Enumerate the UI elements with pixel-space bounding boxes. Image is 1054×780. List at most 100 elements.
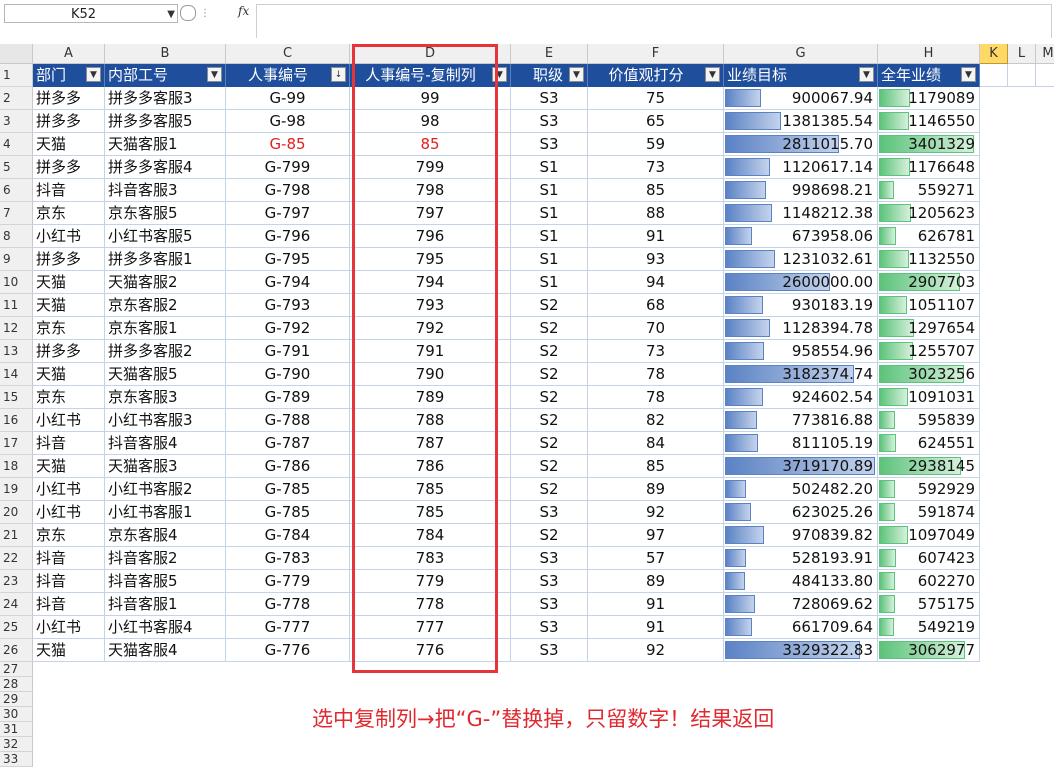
dept-cell[interactable]: 天猫 [33,133,105,156]
column-header-d[interactable]: D [350,44,511,64]
target-cell[interactable]: 2600000.00 [724,271,878,294]
hr-id-copy-cell[interactable]: 791 [350,340,511,363]
column-header-h[interactable]: H [878,44,980,64]
row-header[interactable]: 16 [0,409,33,432]
select-all-corner[interactable] [0,44,33,64]
dept-cell[interactable]: 京东 [33,317,105,340]
level-cell[interactable]: S3 [511,616,588,639]
level-cell[interactable]: S3 [511,110,588,133]
hr-id-copy-cell[interactable]: 796 [350,225,511,248]
dept-cell[interactable]: 拼多多 [33,340,105,363]
level-cell[interactable]: S3 [511,87,588,110]
dept-cell[interactable]: 抖音 [33,547,105,570]
internal-id-cell[interactable]: 拼多多客服3 [105,87,226,110]
internal-id-cell[interactable]: 小红书客服5 [105,225,226,248]
row-header[interactable]: 15 [0,386,33,409]
hr-id-cell[interactable]: G-792 [226,317,350,340]
score-cell[interactable]: 94 [588,271,724,294]
row-header[interactable]: 26 [0,639,33,662]
dept-cell[interactable]: 拼多多 [33,156,105,179]
hr-id-copy-cell[interactable]: 778 [350,593,511,616]
hr-id-cell[interactable]: G-793 [226,294,350,317]
score-cell[interactable]: 91 [588,616,724,639]
row-header[interactable]: 27 [0,662,33,677]
internal-id-cell[interactable]: 天猫客服3 [105,455,226,478]
row-header[interactable]: 14 [0,363,33,386]
dept-cell[interactable]: 京东 [33,524,105,547]
filter-dropdown-icon[interactable]: ▼ [569,67,584,82]
hr-id-cell[interactable]: G-791 [226,340,350,363]
hr-id-copy-cell[interactable]: 787 [350,432,511,455]
dept-cell[interactable]: 抖音 [33,570,105,593]
name-box[interactable]: K52 ▼ [4,4,178,23]
hr-id-cell[interactable]: G-788 [226,409,350,432]
annual-cell[interactable]: 1176648 [878,156,980,179]
row-header[interactable]: 8 [0,225,33,248]
target-cell[interactable]: 773816.88 [724,409,878,432]
target-cell[interactable]: 3719170.89 [724,455,878,478]
annual-cell[interactable]: 575175 [878,593,980,616]
internal-id-cell[interactable]: 京东客服4 [105,524,226,547]
target-cell[interactable]: 502482.20 [724,478,878,501]
score-cell[interactable]: 78 [588,386,724,409]
hr-id-copy-cell[interactable]: 98 [350,110,511,133]
level-cell[interactable]: S3 [511,547,588,570]
row-header[interactable]: 17 [0,432,33,455]
row-header[interactable]: 5 [0,156,33,179]
dept-cell[interactable]: 抖音 [33,593,105,616]
hr-id-cell[interactable]: G-98 [226,110,350,133]
filter-dropdown-icon[interactable]: ▼ [492,67,507,82]
hr-id-copy-cell[interactable]: 799 [350,156,511,179]
annual-cell[interactable]: 592929 [878,478,980,501]
row-header[interactable]: 21 [0,524,33,547]
row-header[interactable]: 28 [0,677,33,692]
annual-cell[interactable]: 1097049 [878,524,980,547]
header-cell-annual[interactable]: 全年业绩 ▼ [878,64,980,87]
target-cell[interactable]: 623025.26 [724,501,878,524]
formula-input[interactable] [256,4,1052,38]
hr-id-cell[interactable]: G-798 [226,179,350,202]
annual-cell[interactable]: 1091031 [878,386,980,409]
annual-cell[interactable]: 595839 [878,409,980,432]
hr-id-copy-cell[interactable]: 785 [350,501,511,524]
hr-id-cell[interactable]: G-778 [226,593,350,616]
filter-dropdown-icon[interactable]: ▼ [705,67,720,82]
dept-cell[interactable]: 小红书 [33,409,105,432]
annual-cell[interactable]: 3023256 [878,363,980,386]
score-cell[interactable]: 75 [588,87,724,110]
target-cell[interactable]: 930183.19 [724,294,878,317]
sort-filter-icon[interactable]: ↓ [331,67,346,82]
row-header-1[interactable]: 1 [0,64,33,87]
internal-id-cell[interactable]: 抖音客服5 [105,570,226,593]
row-header[interactable]: 25 [0,616,33,639]
score-cell[interactable]: 88 [588,202,724,225]
hr-id-copy-cell[interactable]: 85 [350,133,511,156]
dept-cell[interactable]: 天猫 [33,271,105,294]
header-cell-dept[interactable]: 部门 ▼ [33,64,105,87]
column-header-a[interactable]: A [33,44,105,64]
target-cell[interactable]: 1148212.38 [724,202,878,225]
level-cell[interactable]: S2 [511,409,588,432]
hr-id-cell[interactable]: G-799 [226,156,350,179]
header-cell-internal-id[interactable]: 内部工号 ▼ [105,64,226,87]
column-header-m[interactable]: M [1036,44,1054,64]
filter-dropdown-icon[interactable]: ▼ [859,67,874,82]
target-cell[interactable]: 484133.80 [724,570,878,593]
empty-cell[interactable] [1008,64,1036,87]
dept-cell[interactable]: 天猫 [33,455,105,478]
internal-id-cell[interactable]: 抖音客服3 [105,179,226,202]
row-header[interactable]: 20 [0,501,33,524]
row-header[interactable]: 4 [0,133,33,156]
header-cell-level[interactable]: 职级 ▼ [511,64,588,87]
annual-cell[interactable]: 559271 [878,179,980,202]
header-cell-hr-id[interactable]: 人事编号 ↓ [226,64,350,87]
hr-id-cell[interactable]: G-787 [226,432,350,455]
hr-id-cell[interactable]: G-779 [226,570,350,593]
row-header[interactable]: 13 [0,340,33,363]
internal-id-cell[interactable]: 京东客服1 [105,317,226,340]
hr-id-cell[interactable]: G-784 [226,524,350,547]
column-header-c[interactable]: C [226,44,350,64]
target-cell[interactable]: 1128394.78 [724,317,878,340]
dept-cell[interactable]: 拼多多 [33,110,105,133]
internal-id-cell[interactable]: 天猫客服5 [105,363,226,386]
